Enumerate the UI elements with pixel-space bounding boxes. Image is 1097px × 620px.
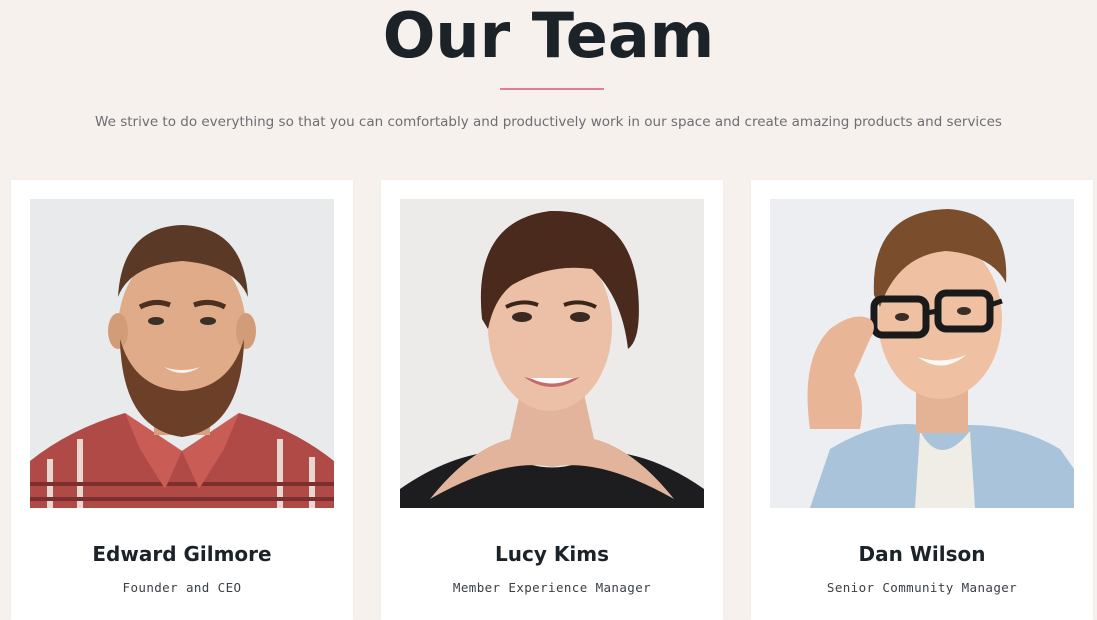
team-member-photo[interactable] [30, 199, 334, 508]
team-member-photo[interactable] [770, 199, 1074, 508]
team-member-role: Founder and CEO [122, 580, 242, 595]
team-member-role: Senior Community Manager [826, 580, 1018, 595]
team-member-name: Lucy Kims [495, 542, 609, 566]
team-member-card[interactable]: Dan Wilson Senior Community Manager [751, 180, 1093, 620]
team-member-name: Edward Gilmore [92, 542, 272, 566]
team-member-card[interactable]: Edward Gilmore Founder and CEO [11, 180, 353, 620]
section-title: Our Team [382, 0, 715, 72]
title-divider [500, 88, 604, 90]
team-member-role: Member Experience Manager [452, 580, 652, 595]
team-member-card[interactable]: Lucy Kims Member Experience Manager [381, 180, 723, 620]
section-subtitle: We strive to do everything so that you c… [95, 114, 1002, 130]
team-member-photo[interactable] [400, 199, 704, 508]
team-member-name: Dan Wilson [858, 542, 986, 566]
